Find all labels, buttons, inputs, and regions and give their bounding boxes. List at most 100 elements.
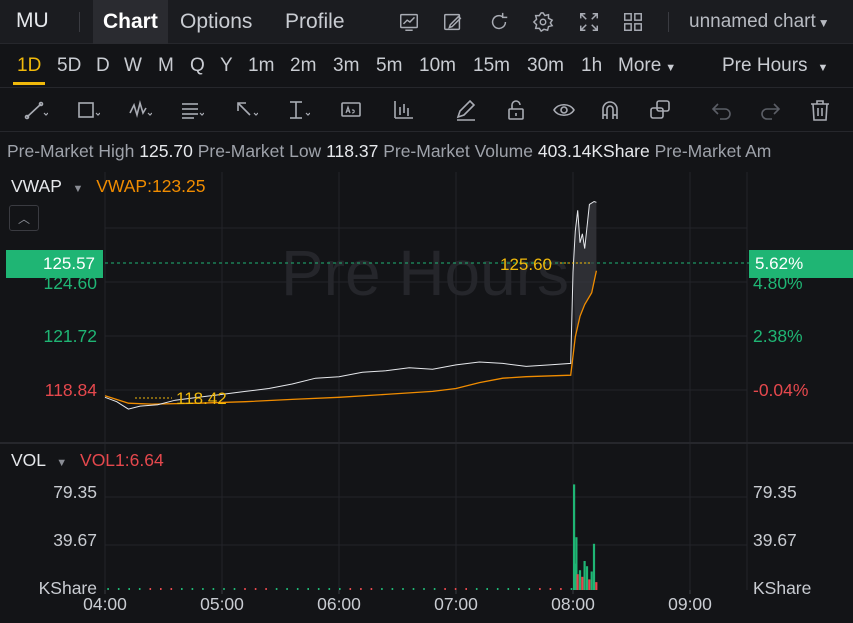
caret-down-icon[interactable]: ▼ — [72, 183, 83, 195]
volume-bar — [454, 588, 457, 590]
volume-bar — [581, 576, 584, 590]
timeframe-30m[interactable]: 30m — [527, 55, 564, 77]
pen-tool-icon[interactable] — [452, 97, 480, 123]
timeframe-m[interactable]: M — [158, 55, 174, 77]
timeframe-5m[interactable]: 5m — [376, 55, 402, 77]
timeframe-1d[interactable]: 1D — [12, 55, 46, 85]
volume-bar — [496, 588, 499, 590]
volume-bar — [296, 588, 299, 590]
right-axis-label: 2.38% — [753, 326, 803, 346]
volume-bar — [149, 588, 152, 590]
timeframe-q[interactable]: Q — [190, 55, 205, 77]
left-axis-label: 118.84 — [44, 380, 97, 400]
volume-bar — [518, 588, 520, 590]
settings-gear-icon[interactable] — [530, 9, 556, 35]
caret-down-icon[interactable]: ▼ — [56, 457, 67, 469]
tab-options[interactable]: Options — [180, 0, 252, 44]
tab-profile[interactable]: Profile — [285, 0, 345, 44]
volume-bar — [475, 588, 478, 590]
x-tick-label: 04:00 — [83, 594, 127, 614]
pattern-tool-icon[interactable] — [126, 97, 154, 123]
volume-bar — [254, 588, 257, 590]
ticker-symbol[interactable]: MU — [16, 9, 49, 33]
volume-bar — [349, 588, 352, 590]
timeframe-3m[interactable]: 3m — [333, 55, 359, 77]
timeframe-1m[interactable]: 1m — [248, 55, 274, 77]
timeframe-15m[interactable]: 15m — [473, 55, 510, 77]
collapse-indicators-button[interactable]: ︿ — [9, 205, 39, 231]
volume-bar — [360, 588, 362, 590]
volume-bar — [575, 537, 578, 590]
volume-bar — [592, 543, 596, 590]
volume-indicator-header[interactable]: VOL ▼ VOL1:6.64 — [11, 450, 164, 471]
volume-bar — [539, 588, 541, 590]
trash-icon[interactable] — [806, 97, 834, 123]
x-tick-label: 06:00 — [317, 594, 361, 614]
session-dropdown[interactable]: Pre Hours ▼ — [722, 55, 828, 77]
chevron-up-icon: ︿ — [17, 211, 30, 226]
redo-icon[interactable] — [756, 97, 784, 123]
timeframe-1h[interactable]: 1h — [581, 55, 602, 77]
arrow-tool-icon[interactable] — [232, 97, 260, 123]
trend-line-tool-icon[interactable] — [22, 97, 50, 123]
lock-icon[interactable] — [502, 97, 530, 123]
volume-bar — [578, 570, 582, 590]
chart-name-label: unnamed chart — [689, 11, 816, 32]
price-line — [104, 200, 597, 410]
volume-bar — [560, 588, 562, 590]
timeframe-5d[interactable]: 5D — [57, 55, 81, 77]
volume-bar — [444, 588, 446, 590]
indicators-icon[interactable] — [396, 9, 422, 35]
draw-icon[interactable] — [440, 9, 466, 35]
left-axis-label: 121.72 — [43, 326, 97, 346]
premarket-low-value: 118.37 — [326, 141, 379, 161]
timeframe-10m[interactable]: 10m — [419, 55, 456, 77]
x-tick-label: 05:00 — [200, 594, 244, 614]
chart-name-dropdown[interactable]: unnamed chart ▼ — [689, 11, 830, 33]
magnet-icon[interactable] — [596, 97, 624, 123]
high-marker-label: 125.60 — [500, 255, 552, 274]
volume-indicator-value: VOL1:6.64 — [80, 450, 164, 470]
vwap-indicator-name: VWAP — [11, 176, 62, 196]
watermark: Pre Hours — [281, 237, 569, 309]
fullscreen-icon[interactable] — [576, 9, 602, 35]
volume-bar — [107, 588, 109, 590]
volume-bar — [202, 588, 204, 590]
fib-tool-icon[interactable] — [178, 97, 206, 123]
premarket-amount-label: Pre-Market Am — [654, 141, 772, 161]
vwap-indicator-value: VWAP:123.25 — [96, 176, 206, 196]
low-marker-label: 118.42 — [176, 389, 227, 408]
bar-pattern-tool-icon[interactable] — [390, 97, 418, 123]
more-label: More — [618, 55, 662, 76]
undo-icon[interactable] — [708, 97, 736, 123]
volume-bar — [573, 484, 576, 590]
volume-bar — [423, 588, 425, 590]
tab-chart[interactable]: Chart — [93, 0, 168, 44]
caret-down-icon: ▼ — [665, 62, 677, 74]
visibility-eye-icon[interactable] — [550, 97, 578, 123]
volume-bar — [465, 588, 467, 590]
spike-range-shade — [573, 201, 597, 337]
clone-icon[interactable] — [646, 97, 674, 123]
rectangle-tool-icon[interactable] — [74, 97, 102, 123]
volume-bar — [585, 566, 589, 590]
timeframe-w[interactable]: W — [124, 55, 142, 77]
more-timeframes-dropdown[interactable]: More ▼ — [618, 55, 676, 77]
volume-bar — [160, 588, 162, 590]
volume-bar — [170, 588, 173, 590]
volume-bar — [317, 588, 320, 590]
text-cursor-tool-icon[interactable] — [284, 97, 312, 123]
timeframe-2m[interactable]: 2m — [290, 55, 316, 77]
vwap-indicator-header[interactable]: VWAP ▼ VWAP:123.25 — [11, 176, 206, 197]
layout-grid-icon[interactable] — [620, 9, 646, 35]
timeframe-d[interactable]: D — [96, 55, 110, 77]
volume-bar — [265, 588, 267, 590]
timeframe-y[interactable]: Y — [220, 55, 233, 77]
refresh-icon[interactable] — [486, 9, 512, 35]
top-bar: MU Chart Options Profile unnamed chart ▼ — [0, 0, 853, 44]
text-label-tool-icon[interactable] — [338, 97, 366, 123]
volume-bar — [588, 579, 591, 590]
volume-bar — [275, 588, 278, 590]
drawing-toolbar — [0, 88, 853, 132]
chart-grid — [104, 172, 748, 590]
